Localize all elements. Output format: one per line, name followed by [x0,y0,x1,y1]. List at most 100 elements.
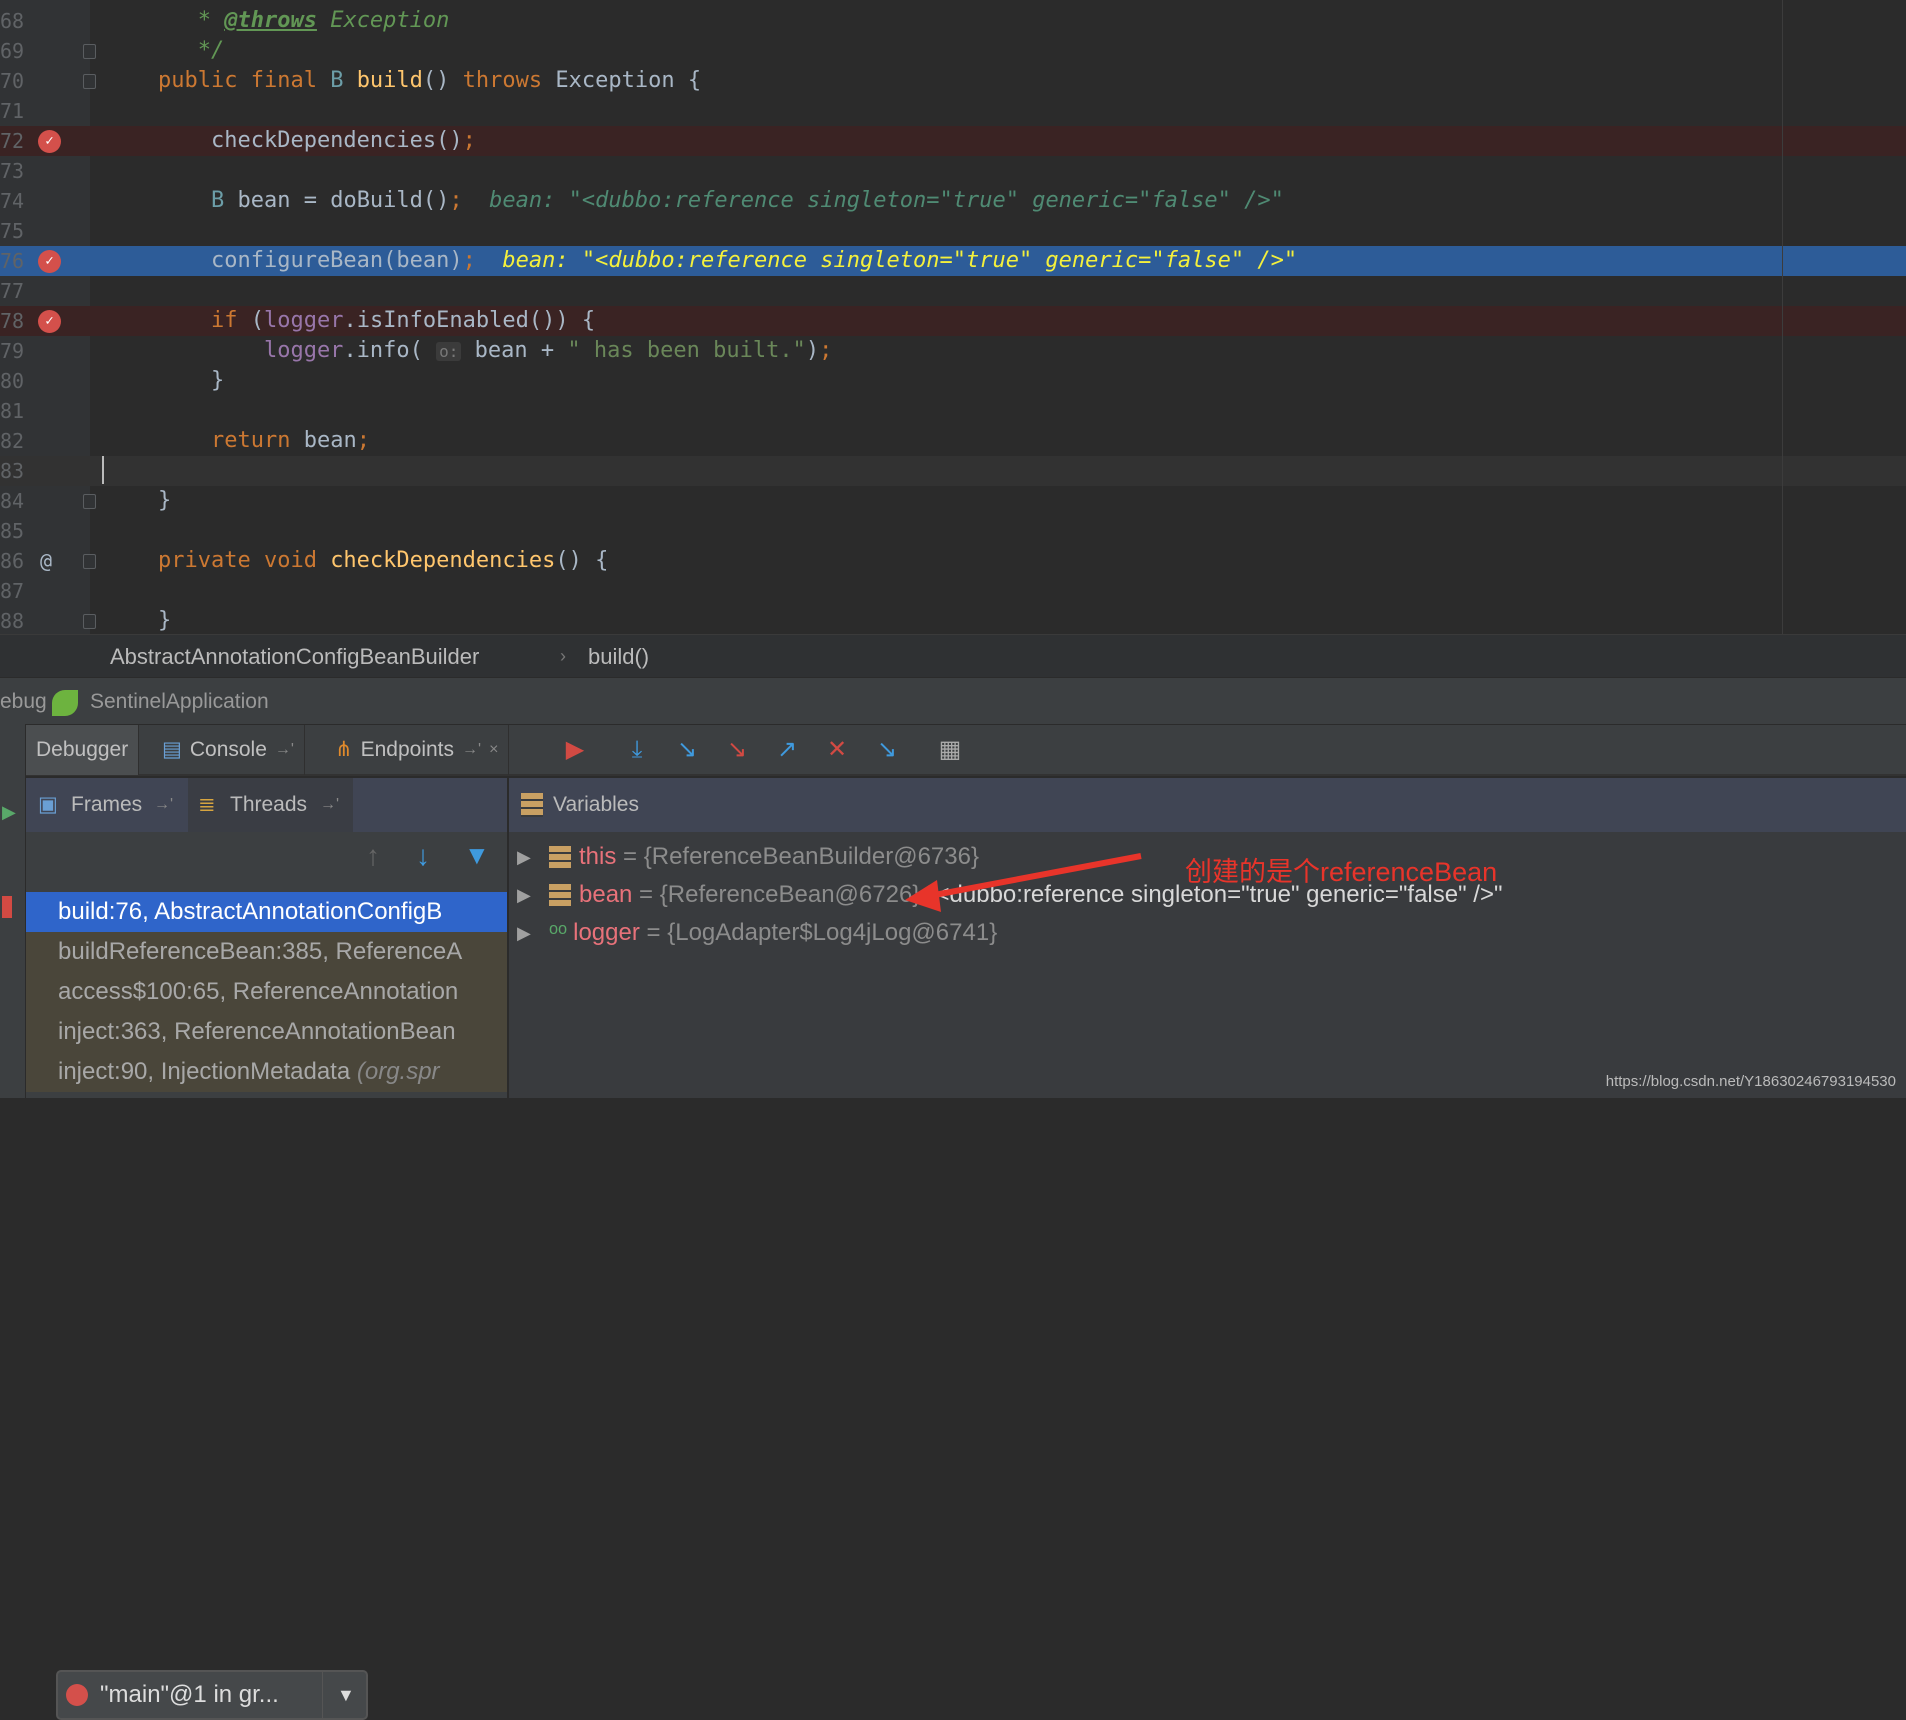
code-text: private void checkDependencies() { [158,546,608,576]
tab-console[interactable]: ▤ Console →' [152,725,305,775]
line-number: 73 [0,159,25,183]
line-number: 75 [0,219,25,243]
code-line[interactable]: 87 [0,576,1906,606]
line-number: 84 [0,489,25,513]
spring-boot-icon [52,690,78,716]
code-text: } [158,366,224,396]
close-icon[interactable]: × [489,725,498,775]
code-line[interactable]: 75 [0,216,1906,246]
code-line[interactable]: 77 [0,276,1906,306]
pin-icon[interactable]: →' [462,725,481,775]
code-text: } [158,606,171,634]
code-line[interactable]: 72 ✓ checkDependencies(); [0,126,1906,156]
frame-item[interactable]: access$100:65, ReferenceAnnotation [26,972,507,1012]
stop-icon[interactable] [2,896,12,918]
run-config-name[interactable]: SentinelApplication [90,678,269,725]
thread-selector[interactable]: "main"@1 in gr... ▼ [56,1670,368,1720]
code-line[interactable]: 74 B bean = doBuild(); bean: "<dubbo:ref… [0,186,1906,216]
breadcrumb-separator: › [560,646,566,666]
line-number: 82 [0,429,25,453]
frame-package: (org.spr [356,1058,440,1085]
code-line[interactable]: 82 return bean; [0,426,1906,456]
breakpoint-icon[interactable]: ✓ [38,130,61,153]
code-line[interactable]: 83 [0,456,1906,486]
line-number: 79 [0,339,25,363]
annotation-arrow [905,853,1142,912]
line-number: 71 [0,99,25,123]
code-line[interactable]: 81 [0,396,1906,426]
fold-icon[interactable] [83,494,96,509]
code-text: } [158,486,171,516]
fold-icon[interactable] [83,614,96,629]
override-marker-icon[interactable]: @ [40,546,52,576]
code-line[interactable]: 68 * @throws Exception [0,6,1906,36]
force-step-into-icon[interactable]: ↘ [722,735,752,765]
code-token: } [158,608,172,633]
code-token: build [356,68,423,93]
code-line[interactable]: 86 @ private void checkDependencies() { [0,546,1906,576]
code-token: public final [158,68,331,93]
frames-panel: "main"@1 in gr... ▼ ↑ ↓ ▼ build:76, Abst… [26,832,507,1720]
frame-item[interactable]: inject:90, InjectionMetadata (org.spr [26,1052,507,1092]
frame-item[interactable]: inject:363, ReferenceAnnotationBean [26,1012,507,1052]
step-over-icon[interactable]: ⤓ [622,735,652,765]
code-text: logger.info( o: bean + " has been built.… [158,336,832,367]
tab-debugger[interactable]: Debugger [26,725,140,775]
code-line[interactable]: 71 [0,96,1906,126]
code-line[interactable]: 73 [0,156,1906,186]
filter-icon[interactable]: ▼ [464,840,490,871]
pin-icon[interactable]: →' [320,778,339,832]
thread-selector-value: "main"@1 in gr... [100,1681,279,1708]
frames-header: ▣ Frames →' ≣ Threads →' [26,778,507,832]
next-frame-icon[interactable]: ↓ [416,840,430,872]
fold-icon[interactable] [83,44,96,59]
code-token: } [158,368,225,393]
frame-label: build:76, AbstractAnnotationConfigB [58,898,443,925]
code-line[interactable]: 85 [0,516,1906,546]
code-line[interactable]: 88} [0,606,1906,634]
frame-label: access$100:65, ReferenceAnnotation [58,978,459,1005]
step-out-icon[interactable]: ↗ [772,735,802,765]
fold-icon[interactable] [83,74,96,89]
code-line[interactable]: 79 logger.info( o: bean + " has been bui… [0,336,1906,366]
pin-icon[interactable]: →' [275,725,294,775]
code-line[interactable]: 69 */ [0,36,1906,66]
run-to-cursor-icon[interactable]: ↘ [872,735,902,765]
show-execution-point-icon[interactable]: ▶ [560,735,590,765]
line-number: 74 [0,189,25,213]
tab-endpoints[interactable]: ⋔ Endpoints →' × [325,725,510,775]
resume-icon[interactable]: ▶ [2,802,16,823]
code-token: .isInfoEnabled()) { [343,308,596,333]
variables-icon [521,793,543,817]
frame-item[interactable]: buildReferenceBean:385, ReferenceA [26,932,507,972]
evaluate-expression-icon[interactable]: ▦ [935,735,965,765]
tab-threads[interactable]: ≣ Threads →' [188,778,353,832]
step-into-icon[interactable]: ↘ [672,735,702,765]
frame-item[interactable]: build:76, AbstractAnnotationConfigB [26,892,507,932]
fold-icon[interactable] [83,554,96,569]
breadcrumb-class[interactable]: AbstractAnnotationConfigBeanBuilder [110,635,479,678]
chevron-down-icon[interactable]: ▼ [322,1672,355,1718]
variables-header: Variables [509,778,1906,832]
pin-icon[interactable]: →' [154,778,173,832]
drop-frame-icon[interactable]: ✕ [822,735,852,765]
line-number: 87 [0,579,25,603]
tab-frames[interactable]: Frames [71,778,142,832]
code-editor[interactable]: 68 * @throws Exception 69 */70 public fina… [0,0,1906,634]
breakpoint-icon[interactable]: ✓ [38,250,61,273]
code-token: () [422,68,463,93]
code-token: */ [158,38,225,63]
code-line[interactable]: 84} [0,486,1906,516]
code-text: return bean; [158,426,370,456]
breadcrumb: AbstractAnnotationConfigBeanBuilder › bu… [0,634,1906,677]
code-token: if [158,308,251,333]
code-line[interactable]: 80 } [0,366,1906,396]
code-line[interactable]: 78 ✓ if (logger.isInfoEnabled()) { [0,306,1906,336]
code-line[interactable]: 70 public final B build() throws Exceptio… [0,66,1906,96]
breakpoint-icon[interactable]: ✓ [38,310,61,333]
line-number: 78 [0,309,25,333]
code-token: configureBean(bean) [158,248,463,273]
breadcrumb-method[interactable]: build() [588,635,649,678]
code-line[interactable]: 76 ✓ configureBean(bean); bean: "<dubbo:r… [0,246,1906,276]
previous-frame-icon[interactable]: ↑ [366,840,380,872]
